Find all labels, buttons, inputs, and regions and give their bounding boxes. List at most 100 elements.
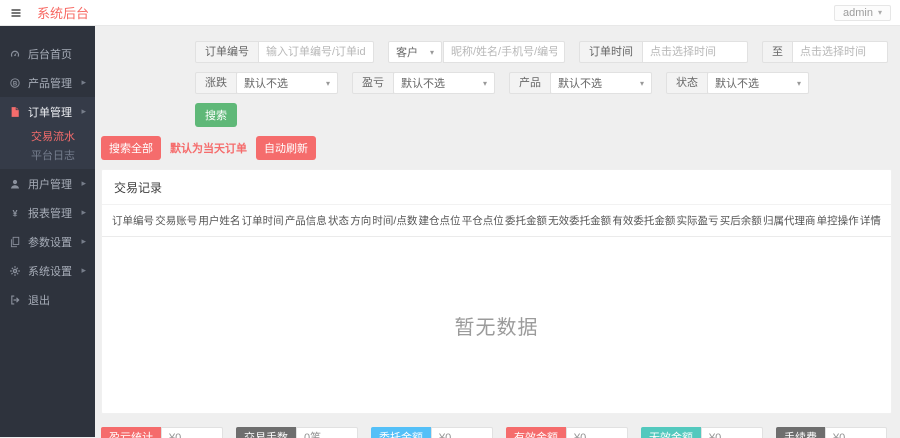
status-select[interactable]: 默认不选 ▾: [707, 72, 809, 94]
summary-label: 委托金额: [371, 427, 431, 438]
search-button[interactable]: 搜索: [195, 103, 237, 127]
summary-profit-loss: 盈亏统计 ¥0: [101, 427, 223, 438]
search-all-button[interactable]: 搜索全部: [101, 136, 161, 160]
sidebar-item-label: 用户管理: [28, 178, 72, 191]
table-header-row: 订单编号 交易账号 用户姓名 订单时间 产品信息 状态 方向 时间/点数 建仓点…: [102, 205, 891, 237]
product-icon: B: [9, 77, 21, 89]
product-value: 默认不选: [558, 78, 602, 90]
sidebar-item-home[interactable]: 后台首页: [0, 39, 95, 68]
sidebar-item-system-settings[interactable]: 系统设置 ▸: [0, 256, 95, 285]
customer-input[interactable]: [443, 41, 565, 63]
summary-entrust-amount: 委托金额 ¥0: [371, 427, 493, 438]
table-column-header: 买后余额: [719, 215, 762, 227]
sidebar-item-label: 参数设置: [28, 236, 72, 249]
trade-records-panel: 交易记录 订单编号 交易账号 用户姓名 订单时间 产品信息 状态 方向 时间/点…: [101, 169, 892, 414]
table-column-header: 产品信息: [284, 215, 327, 227]
table-column-header: 交易账号: [155, 215, 198, 227]
chevron-down-icon: ▾: [482, 78, 487, 88]
table-column-header: 建仓点位: [418, 215, 461, 227]
auto-refresh-button[interactable]: 自动刷新: [256, 136, 316, 160]
menu-toggle-icon[interactable]: [9, 7, 23, 19]
summary-value: ¥0: [161, 427, 223, 438]
table-empty-state: 暂无数据: [102, 237, 891, 413]
summary-trade-count: 交易手数 0笔: [236, 427, 358, 438]
sidebar: 后台首页 B 产品管理 ▸ 订单管理 ▸ 交易流水 平台日志 用户管理 ▸ ¥ …: [0, 26, 95, 437]
table-column-header: 平仓点位: [461, 215, 504, 227]
summary-value: ¥0: [431, 427, 493, 438]
rise-fall-select[interactable]: 默认不选 ▾: [236, 72, 338, 94]
profit-loss-value: 默认不选: [401, 78, 445, 90]
sidebar-item-users[interactable]: 用户管理 ▸: [0, 169, 95, 198]
order-time-label: 订单时间: [579, 41, 643, 63]
summary-label: 无效金额: [641, 427, 701, 438]
chevron-down-icon: ▾: [429, 47, 434, 57]
summary-label: 交易手数: [236, 427, 296, 438]
sidebar-item-products[interactable]: B 产品管理 ▸: [0, 68, 95, 97]
order-no-input[interactable]: [258, 41, 374, 63]
empty-data-text: 暂无数据: [454, 316, 539, 339]
main-content: 订单编号 客户 ▾ 订单时间 至 涨跌: [95, 26, 900, 438]
sidebar-subitem-label: 平台日志: [31, 149, 75, 162]
filter-row-1: 订单编号 客户 ▾ 订单时间 至: [195, 41, 900, 63]
chevron-down-icon: ▾: [796, 78, 801, 88]
table-column-header: 有效委托金额: [612, 215, 676, 227]
table-column-header: 详情: [859, 215, 881, 227]
summary-label: 手续费: [776, 427, 825, 438]
table-column-header: 订单编号: [112, 215, 154, 227]
user-icon: [9, 178, 21, 190]
table-column-header: 时间/点数: [372, 215, 418, 227]
summary-fee: 手续费 ¥0: [776, 427, 887, 438]
app-title: 系统后台: [37, 6, 90, 21]
table-column-header: 状态: [328, 215, 350, 227]
summary-value: ¥0: [701, 427, 763, 438]
sidebar-group-orders: 订单管理 ▸ 交易流水 平台日志: [0, 97, 95, 169]
user-menu[interactable]: admin ▾: [834, 4, 891, 21]
table-column-header: 无效委托金额: [548, 215, 612, 227]
table-column-header: 方向: [350, 215, 372, 227]
customer-type-value: 客户: [396, 47, 418, 59]
sidebar-item-logout[interactable]: 退出: [0, 285, 95, 314]
sidebar-subitem-label: 交易流水: [31, 130, 75, 143]
chevron-right-icon: ▸: [81, 265, 86, 275]
filter-row-2: 涨跌 默认不选 ▾ 盈亏 默认不选 ▾ 产品 默认不选 ▾ 状态 默认不选 ▾: [195, 72, 900, 94]
order-time-start-input[interactable]: [642, 41, 748, 63]
user-name: admin: [843, 6, 873, 19]
table-column-header: 委托金额: [504, 215, 547, 227]
to-label: 至: [762, 41, 793, 63]
sidebar-item-reports[interactable]: ¥ 报表管理 ▸: [0, 198, 95, 227]
sidebar-item-label: 订单管理: [28, 106, 72, 119]
summary-label: 盈亏统计: [101, 427, 161, 438]
sidebar-item-label: 后台首页: [28, 48, 72, 61]
summary-label: 有效金额: [506, 427, 566, 438]
params-icon: [9, 236, 21, 248]
chevron-down-icon: ▾: [325, 78, 330, 88]
product-label: 产品: [509, 72, 551, 94]
sidebar-item-orders[interactable]: 订单管理 ▸: [0, 97, 95, 126]
summary-value: ¥0: [566, 427, 628, 438]
chevron-right-icon: ▸: [81, 178, 86, 188]
profit-loss-label: 盈亏: [352, 72, 394, 94]
sidebar-item-label: 系统设置: [28, 265, 72, 278]
customer-type-select[interactable]: 客户 ▾: [388, 41, 442, 63]
table-column-header: 订单时间: [241, 215, 284, 227]
table-column-header: 单控操作: [816, 215, 859, 227]
sidebar-item-parameters[interactable]: 参数设置 ▸: [0, 227, 95, 256]
action-row: 搜索全部 默认为当天订单 自动刷新: [101, 136, 900, 160]
status-label: 状态: [666, 72, 708, 94]
svg-text:B: B: [13, 81, 18, 87]
product-select[interactable]: 默认不选 ▾: [550, 72, 652, 94]
chevron-down-icon: ▾: [639, 78, 644, 88]
chevron-down-icon: ▾: [877, 8, 882, 17]
default-today-note: 默认为当天订单: [170, 143, 247, 155]
table-column-header: 归属代理商: [762, 215, 816, 227]
sidebar-item-label: 报表管理: [28, 207, 72, 220]
sidebar-subitem-platform-logs[interactable]: 平台日志: [0, 145, 95, 164]
topbar: 系统后台 admin ▾: [0, 0, 900, 26]
profit-loss-select[interactable]: 默认不选 ▾: [393, 72, 495, 94]
order-time-end-input[interactable]: [792, 41, 888, 63]
gear-icon: [9, 265, 21, 277]
sidebar-subitem-trade-records[interactable]: 交易流水: [0, 126, 95, 145]
chevron-right-icon: ▸: [81, 77, 86, 87]
summary-value: ¥0: [825, 427, 887, 438]
summary-value: 0笔: [296, 427, 358, 438]
